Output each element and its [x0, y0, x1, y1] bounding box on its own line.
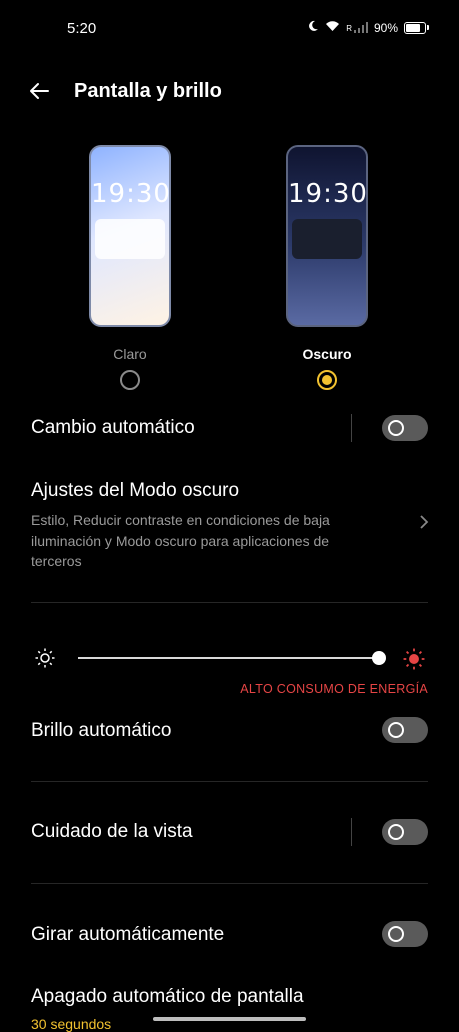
light-theme-radio[interactable] [120, 370, 140, 390]
dark-settings-title[interactable]: Ajustes del Modo oscuro [31, 480, 239, 502]
page-title: Pantalla y brillo [74, 80, 222, 102]
wifi-icon [325, 20, 340, 35]
light-theme-preview[interactable]: 19:30 [89, 145, 171, 327]
battery-icon [404, 21, 426, 34]
auto-switch-label: Cambio automático [31, 417, 195, 438]
battery-percent: 90% [373, 20, 398, 35]
eye-care-toggle[interactable] [382, 819, 428, 845]
sun-high-icon [403, 648, 425, 675]
brightness-slider-thumb[interactable] [372, 651, 386, 665]
power-warning-text: ALTO CONSUMO DE ENERGÍA [240, 682, 428, 696]
dark-theme-radio[interactable] [317, 370, 337, 390]
dark-theme-label: Oscuro [302, 346, 352, 362]
auto-rotate-label: Girar automáticamente [31, 924, 225, 945]
auto-rotate-toggle[interactable] [382, 921, 428, 947]
section-divider [31, 883, 428, 884]
dark-theme-preview[interactable]: 19:30 [286, 145, 368, 327]
vertical-divider [351, 414, 352, 442]
section-divider [31, 602, 428, 603]
signal-icon: R [346, 22, 368, 33]
status-time: 5:20 [67, 20, 97, 37]
auto-brightness-label: Brillo automático [31, 720, 172, 741]
eye-care-label[interactable]: Cuidado de la vista [31, 821, 193, 843]
auto-switch-toggle[interactable] [382, 415, 428, 441]
preview-card [95, 219, 165, 259]
brightness-slider-track[interactable] [78, 657, 380, 659]
light-theme-label: Claro [113, 346, 147, 362]
vertical-divider [351, 818, 352, 846]
preview-card [292, 219, 362, 259]
preview-clock: 19:30 [91, 179, 171, 209]
battery-tip [427, 25, 429, 30]
auto-brightness-toggle[interactable] [382, 717, 428, 743]
section-divider [31, 781, 428, 782]
back-arrow-icon[interactable] [28, 80, 50, 102]
moon-icon [307, 20, 319, 35]
status-icons: R 90% [307, 20, 429, 35]
dark-settings-subtitle: Estilo, Reducir contraste en condiciones… [31, 512, 330, 569]
screen-timeout-value: 30 segundos [31, 1016, 112, 1032]
sun-low-icon [35, 648, 55, 673]
home-indicator[interactable] [153, 1017, 306, 1021]
preview-clock: 19:30 [288, 179, 368, 209]
chevron-right-icon[interactable] [419, 514, 429, 530]
screen-timeout-label[interactable]: Apagado automático de pantalla [31, 986, 304, 1008]
